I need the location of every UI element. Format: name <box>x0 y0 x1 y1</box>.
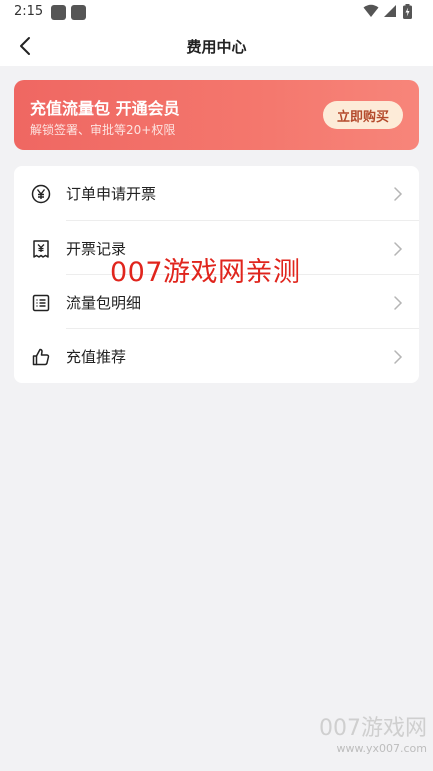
membership-banner[interactable]: 充值流量包 开通会员 解锁签署、审批等20+权限 立即购买 <box>14 80 419 150</box>
chevron-right-icon <box>394 350 403 364</box>
banner-subtitle: 解锁签署、审批等20+权限 <box>30 123 176 137</box>
wifi-icon <box>363 4 379 17</box>
corner-watermark: 007游戏网 www.yx007.com <box>319 710 427 755</box>
status-time: 2:15 <box>14 4 44 19</box>
signal-icon <box>384 5 396 17</box>
banner-title: 充值流量包 开通会员 <box>30 99 180 118</box>
chevron-right-icon <box>394 242 403 256</box>
corner-watermark-text: 007游戏网 <box>319 716 427 741</box>
menu-item-recharge-recommend[interactable]: 充值推荐 <box>14 329 419 383</box>
notification-icon <box>51 5 66 20</box>
notification-icon <box>71 5 86 20</box>
menu-item-label: 流量包明细 <box>66 294 142 312</box>
status-icons <box>363 4 423 20</box>
status-bar: 2:15 <box>0 0 433 26</box>
menu-item-label: 充值推荐 <box>66 348 127 366</box>
battery-icon <box>403 4 412 19</box>
menu-item-order-invoice[interactable]: 订单申请开票 <box>14 166 419 220</box>
corner-watermark-url: www.yx007.com <box>336 742 427 755</box>
chevron-right-icon <box>394 296 403 310</box>
list-icon <box>32 294 50 312</box>
yen-circle-icon <box>31 184 51 204</box>
thumbs-up-icon <box>32 348 50 366</box>
invoice-icon <box>33 240 49 258</box>
watermark-text: 007游戏网亲测 <box>110 257 301 288</box>
chevron-right-icon <box>394 187 403 201</box>
top-bar: 费用中心 <box>0 26 433 66</box>
buy-now-button[interactable]: 立即购买 <box>323 101 403 129</box>
menu-item-label: 订单申请开票 <box>66 185 157 203</box>
page-title: 费用中心 <box>186 38 247 56</box>
